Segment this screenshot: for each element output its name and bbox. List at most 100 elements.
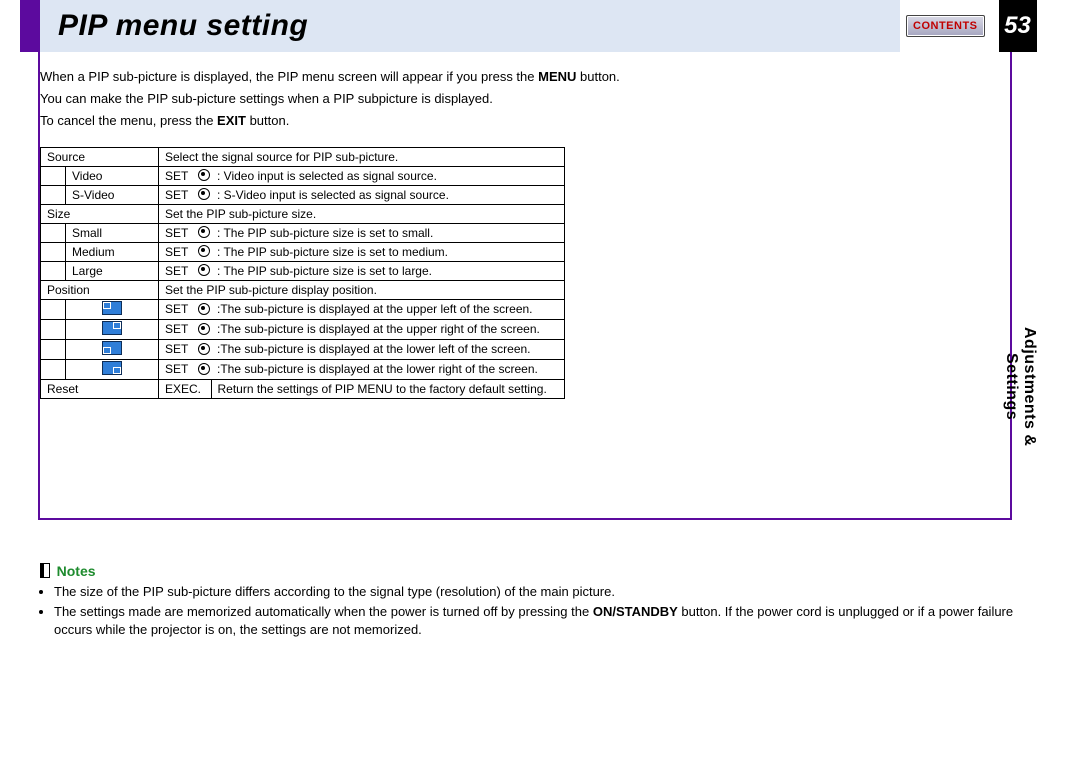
intro-p3a: To cancel the menu, press the [40,113,217,128]
indent [41,299,66,319]
indent [41,166,66,185]
position-lower-right-icon [102,361,122,375]
circle-icon [198,188,210,200]
row-pos-ul-desc: :The sub-picture is displayed at the upp… [211,299,564,319]
notes-section: Notes The size of the PIP sub-picture di… [40,559,1040,640]
pos-icon-ur [66,319,159,339]
table-row: Source Select the signal source for PIP … [41,147,565,166]
pos-icon-ul [66,299,159,319]
row-medium-desc: : The PIP sub-picture size is set to med… [211,242,564,261]
indent [41,223,66,242]
page-title: PIP menu setting [58,9,308,43]
circle-icon [198,169,210,181]
pos-icon-lr [66,359,159,379]
table-row: SET :The sub-picture is displayed at the… [41,359,565,379]
note-marker-icon [40,563,50,578]
table-row: Size Set the PIP sub-picture size. [41,204,565,223]
note-item: The settings made are memorized automati… [54,603,1040,639]
settings-table: Source Select the signal source for PIP … [40,147,565,399]
row-reset-label: Reset [41,379,159,398]
position-upper-left-icon [102,301,122,315]
note-2a: The settings made are memorized automati… [54,604,593,619]
row-pos-ll-desc: :The sub-picture is displayed at the low… [211,339,564,359]
circle-icon [198,343,210,355]
page: PIP menu setting CONTENTS 53 Adjustments… [0,0,1080,639]
set-icon [197,319,211,339]
row-small-label: Small [66,223,159,242]
row-small-desc: : The PIP sub-picture size is set to sma… [211,223,564,242]
table-row: Video SET : Video input is selected as s… [41,166,565,185]
row-set: SET [159,299,198,319]
table-row: SET :The sub-picture is displayed at the… [41,319,565,339]
row-large-desc: : The PIP sub-picture size is set to lar… [211,261,564,280]
header: PIP menu setting CONTENTS 53 [0,0,1080,52]
set-icon [197,299,211,319]
table-row: SET :The sub-picture is displayed at the… [41,299,565,319]
set-icon [197,359,211,379]
set-icon [197,261,211,280]
header-right: CONTENTS 53 [900,0,1037,52]
circle-icon [198,323,210,335]
note-item: The size of the PIP sub-picture differs … [54,583,1040,601]
table-row: Medium SET : The PIP sub-picture size is… [41,242,565,261]
position-lower-left-icon [102,341,122,355]
intro-p1c: button. [576,69,619,84]
intro-p1a: When a PIP sub-picture is displayed, the… [40,69,538,84]
indent [41,359,66,379]
table-row: S-Video SET : S-Video input is selected … [41,185,565,204]
set-icon [197,242,211,261]
pos-icon-ll [66,339,159,359]
row-pos-lr-desc: :The sub-picture is displayed at the low… [211,359,564,379]
intro-p3c: button. [246,113,289,128]
row-set: SET [159,339,198,359]
row-set: SET [159,242,198,261]
row-video-label: Video [66,166,159,185]
set-icon [197,223,211,242]
intro-p1: When a PIP sub-picture is displayed, the… [40,68,1040,86]
table-row: SET :The sub-picture is displayed at the… [41,339,565,359]
circle-icon [198,245,210,257]
notes-list: The size of the PIP sub-picture differs … [40,583,1040,640]
row-reset-exec: EXEC. [159,379,212,398]
menu-bold: MENU [538,69,576,84]
row-set: SET [159,359,198,379]
indent [41,261,66,280]
circle-icon [198,264,210,276]
row-position-label: Position [41,280,159,299]
circle-icon [198,226,210,238]
row-size-desc: Set the PIP sub-picture size. [159,204,565,223]
set-icon [197,166,211,185]
position-upper-right-icon [102,321,122,335]
row-svideo-label: S-Video [66,185,159,204]
indent [41,319,66,339]
contents-button[interactable]: CONTENTS [906,15,985,37]
table-row: Position Set the PIP sub-picture display… [41,280,565,299]
row-large-label: Large [66,261,159,280]
notes-heading: Notes [57,563,96,579]
row-set: SET [159,319,198,339]
table-row: Reset EXEC. Return the settings of PIP M… [41,379,565,398]
table-row: Large SET : The PIP sub-picture size is … [41,261,565,280]
circle-icon [198,303,210,315]
row-svideo-desc: : S-Video input is selected as signal so… [211,185,564,204]
row-set: SET [159,223,198,242]
indent [41,339,66,359]
set-icon [197,185,211,204]
row-reset-desc: Return the settings of PIP MENU to the f… [211,379,564,398]
row-source-label: Source [41,147,159,166]
circle-icon [198,363,210,375]
row-position-desc: Set the PIP sub-picture display position… [159,280,565,299]
row-video-desc: : Video input is selected as signal sour… [211,166,564,185]
row-medium-label: Medium [66,242,159,261]
page-number: 53 [999,0,1037,52]
row-source-desc: Select the signal source for PIP sub-pic… [159,147,565,166]
row-set: SET [159,261,198,280]
onstandby-bold: ON/STANDBY [593,604,678,619]
indent [41,185,66,204]
row-size-label: Size [41,204,159,223]
purple-stripe [20,0,40,52]
row-pos-ur-desc: :The sub-picture is displayed at the upp… [211,319,564,339]
table-row: Small SET : The PIP sub-picture size is … [41,223,565,242]
set-icon [197,339,211,359]
content: When a PIP sub-picture is displayed, the… [0,52,1080,639]
